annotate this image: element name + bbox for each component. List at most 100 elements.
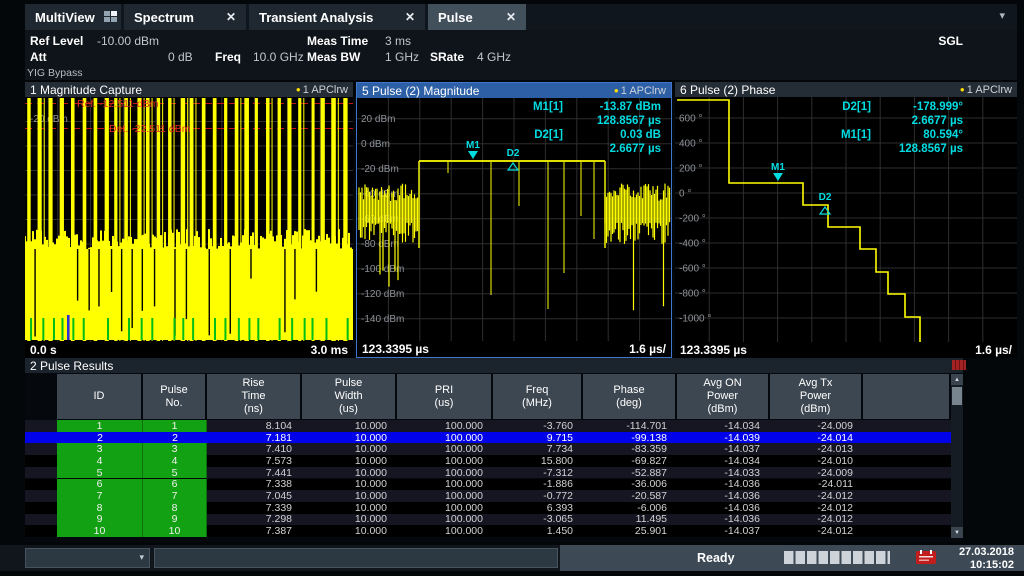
- table-cell: -36.006: [583, 479, 677, 491]
- column-header: Avg ONPower(dBm): [677, 374, 768, 419]
- meas-time-label: Meas Time: [307, 34, 368, 48]
- scroll-down-icon[interactable]: ▼: [951, 527, 963, 538]
- table-cell: 100.000: [397, 502, 493, 514]
- table-cell: 1.450: [493, 525, 583, 537]
- table-row[interactable]: 557.44110.000100.000-7.312-52.887-14.033…: [25, 467, 951, 479]
- table-row[interactable]: 447.57310.000100.00015.800-69.827-14.034…: [25, 455, 951, 467]
- status-input-field[interactable]: [154, 548, 558, 568]
- trace-badge[interactable]: ● 1 APClrw: [960, 84, 1012, 96]
- table-cell: 9: [57, 514, 143, 526]
- close-icon[interactable]: ✕: [506, 10, 516, 24]
- marker-name: [493, 142, 563, 156]
- close-icon[interactable]: ✕: [226, 10, 236, 24]
- table-cell: 1: [143, 420, 207, 432]
- chevron-down-icon: ▾: [139, 552, 144, 563]
- meas-bw-value[interactable]: 1 GHz: [385, 50, 419, 64]
- svg-text:400 °: 400 °: [679, 139, 702, 150]
- table-cell: 100.000: [397, 443, 493, 455]
- table-cell: -114.701: [583, 420, 677, 432]
- marker-value: -13.87 dBm: [569, 100, 661, 114]
- svg-text:-140 dBm: -140 dBm: [361, 314, 404, 325]
- marker-name: D2[1]: [493, 128, 563, 142]
- meas-bw-label: Meas BW: [307, 50, 360, 64]
- column-header: [863, 374, 949, 419]
- magnitude-capture-plot[interactable]: -20 dBmRef. -12.511 dBmDet. -22.511 dBm: [25, 97, 353, 342]
- table-cell: -14.036: [677, 479, 770, 491]
- window-header[interactable]: 6 Pulse (2) Phase ● 1 APClrw: [675, 82, 1017, 97]
- table-cell: 10.000: [302, 467, 397, 479]
- att-value[interactable]: 0 dB: [168, 50, 193, 64]
- scroll-up-icon[interactable]: ▲: [951, 374, 963, 385]
- table-cell: 7.387: [207, 525, 302, 537]
- trace-dot-icon: ●: [614, 87, 619, 95]
- table-cell: 100.000: [397, 420, 493, 432]
- window-header[interactable]: 1 Magnitude Capture ● 1 APClrw: [25, 82, 353, 97]
- table-cell: 9: [143, 514, 207, 526]
- svg-text:M1: M1: [466, 140, 480, 151]
- table-cell: 7.339: [207, 502, 302, 514]
- table-cell: 10.000: [302, 525, 397, 537]
- table-cell: 8: [143, 502, 207, 514]
- table-cell: 7.441: [207, 467, 302, 479]
- marker-name: [789, 114, 871, 128]
- tab-transient-analysis[interactable]: Transient Analysis ✕: [249, 4, 425, 30]
- status-dropdown[interactable]: ▾: [25, 548, 150, 568]
- tab-spectrum[interactable]: Spectrum ✕: [124, 4, 246, 30]
- table-cell: 7.338: [207, 479, 302, 491]
- progress-bar: [784, 551, 890, 564]
- tab-multiview[interactable]: MultiView: [25, 4, 121, 30]
- svg-text:M1: M1: [771, 162, 785, 173]
- srate-value[interactable]: 4 GHz: [477, 50, 511, 64]
- table-row[interactable]: 887.33910.000100.0006.393-6.006-14.036-2…: [25, 502, 951, 514]
- table-cell: 11.495: [583, 514, 677, 526]
- marker-name: [789, 142, 871, 156]
- ref-level-value[interactable]: -10.00 dBm: [97, 34, 159, 48]
- table-cell: -24.010: [770, 455, 863, 467]
- table-row[interactable]: 10107.38710.000100.0001.45025.901-14.037…: [25, 525, 951, 537]
- table-row[interactable]: 118.10410.000100.000-3.760-114.701-14.03…: [25, 420, 951, 432]
- meas-time-value[interactable]: 3 ms: [385, 34, 411, 48]
- window-header[interactable]: 5 Pulse (2) Magnitude ● 1 APClrw: [357, 83, 671, 98]
- svg-text:Det. -22.511 dBm: Det. -22.511 dBm: [109, 123, 191, 135]
- x-stop: 3.0 ms: [311, 343, 348, 357]
- table-cell: 4: [143, 455, 207, 467]
- trace-badge[interactable]: ● 1 APClrw: [296, 84, 348, 96]
- table-row[interactable]: 667.33810.000100.000-1.886-36.006-14.036…: [25, 479, 951, 491]
- chevron-down-icon[interactable]: ▾: [999, 9, 1005, 22]
- marker-readout-phase: D2[1]-178.999°2.6677 µsM1[1]80.594°128.8…: [789, 100, 963, 156]
- marker-value: 128.8567 µs: [569, 114, 661, 128]
- table-body: 118.10410.000100.000-3.760-114.701-14.03…: [25, 420, 951, 538]
- table-cell: -14.036: [677, 514, 770, 526]
- table-cell: -83.359: [583, 443, 677, 455]
- table-row[interactable]: 997.29810.000100.000-3.06511.495-14.036-…: [25, 514, 951, 526]
- table-row[interactable]: 337.41010.000100.0007.734-83.359-14.037-…: [25, 443, 951, 455]
- ready-status: Ready: [697, 551, 735, 565]
- table-scrollbar[interactable]: ▲ ▼: [951, 374, 963, 538]
- tab-pulse[interactable]: Pulse ✕: [428, 4, 526, 30]
- freq-value[interactable]: 10.0 GHz: [253, 50, 304, 64]
- freq-label: Freq: [215, 50, 241, 64]
- table-cell: 2: [57, 432, 143, 444]
- column-header: Freq(MHz): [493, 374, 581, 419]
- table-cell: 7: [57, 490, 143, 502]
- status-bar: ▾ Ready 27.03.2018 10:15:02: [0, 545, 1024, 571]
- table-corner-icon[interactable]: [952, 360, 966, 370]
- table-row[interactable]: 227.18110.000100.0009.715-99.138-14.039-…: [25, 432, 951, 444]
- table-cell: 10: [143, 525, 207, 537]
- marker-value: -178.999°: [877, 100, 963, 114]
- svg-text:20 dBm: 20 dBm: [361, 114, 395, 125]
- calendar-icon: [916, 550, 936, 565]
- table-cell: -0.772: [493, 490, 583, 502]
- marker-name: M1[1]: [493, 100, 563, 114]
- table-cell: -24.012: [770, 514, 863, 526]
- table-title: 2 Pulse Results: [25, 358, 963, 373]
- att-label: Att: [30, 50, 47, 64]
- trace-badge[interactable]: ● 1 APClrw: [614, 85, 666, 97]
- close-icon[interactable]: ✕: [405, 10, 415, 24]
- scrollbar-thumb[interactable]: [952, 387, 962, 405]
- table-cell: -24.012: [770, 502, 863, 514]
- table-cell: -14.034: [677, 420, 770, 432]
- table-cell: -14.037: [677, 443, 770, 455]
- table-row[interactable]: 777.04510.000100.000-0.772-20.587-14.036…: [25, 490, 951, 502]
- date: 27.03.2018: [959, 546, 1014, 559]
